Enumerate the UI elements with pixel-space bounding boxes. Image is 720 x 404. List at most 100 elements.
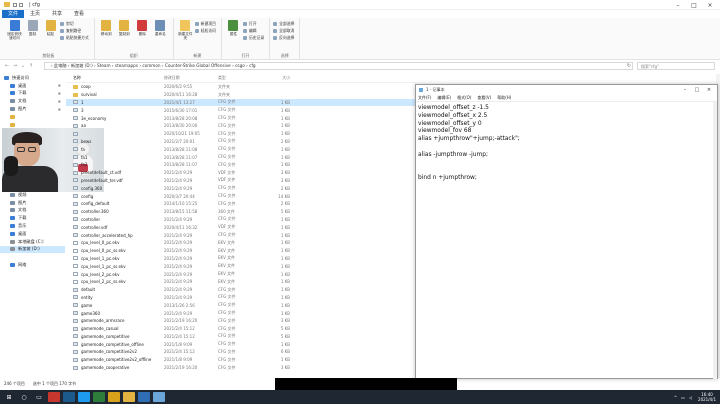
file-row[interactable]: gamemode_armsrace 2021/2/19 16:20 CFG 文件 3 … xyxy=(66,317,416,325)
ribbon-small-button[interactable]: 反向选择 xyxy=(273,34,294,41)
file-row[interactable]: cpu_level_2_pc_ss.ekv 2021/2/4 9:29 EKV 文件… xyxy=(66,278,416,286)
nav-item[interactable]: 视频 xyxy=(0,191,65,199)
file-row[interactable]: presetdefault_ct.vdf 2021/2/4 9:29 VDF 文件 3… xyxy=(66,169,416,177)
column-name[interactable]: 名称 xyxy=(66,75,164,81)
nav-item[interactable] xyxy=(0,253,65,261)
file-row[interactable]: cpu_level_0_pc_ss.ekv 2021/2/4 9:29 EKV 文件… xyxy=(66,247,416,255)
file-row[interactable]: gamemode_competitive 2021/2/4 15:12 CFG 文件… xyxy=(66,333,416,341)
notepad-menu-item[interactable]: 查看(V) xyxy=(477,95,491,101)
ribbon-small-button[interactable]: 全部选择 xyxy=(273,20,294,27)
file-row[interactable]: coop 2020/6/2 9:55 文件夹 xyxy=(66,83,416,91)
file-row[interactable]: controller.vdf 2020/4/11 16:32 VDF 文件 1 KB xyxy=(66,223,416,231)
nav-item[interactable]: 本地磁盘 (C:) xyxy=(0,238,65,246)
nav-item[interactable]: 新加坡 (D:) xyxy=(0,245,65,254)
tab-home[interactable]: 主页 xyxy=(24,10,46,18)
tab-share[interactable]: 共享 xyxy=(46,10,68,18)
nav-item[interactable]: 下载 ✱ xyxy=(0,90,65,98)
notepad-minimize-button[interactable]: – xyxy=(679,85,691,94)
file-row[interactable]: gamemode_competitive_offline 2021/1/8 9:0… xyxy=(66,340,416,348)
notepad-icon[interactable] xyxy=(153,392,165,402)
file-row[interactable]: fa1 2013/8/28 11:07 CFG 文件 1 KB xyxy=(66,153,416,161)
ribbon-small-button[interactable]: 全部取消 xyxy=(273,27,294,34)
taskview-icon[interactable]: ▭ xyxy=(33,392,45,402)
file-row[interactable]: aa 2013/8/30 20:00 CFG 文件 1 KB xyxy=(66,122,416,130)
nav-item[interactable]: 下载 xyxy=(0,214,65,222)
tab-file[interactable]: 文件 xyxy=(2,10,25,18)
ribbon-small-button[interactable]: 打开 xyxy=(242,20,264,27)
nav-item[interactable]: 图片 ✱ xyxy=(0,105,65,113)
file-row[interactable]: gamemode_casual 2021/2/4 15:12 CFG 文件 5 KB xyxy=(66,325,416,333)
chrome-icon[interactable] xyxy=(108,392,120,402)
nav-item[interactable]: 文档 xyxy=(0,207,65,215)
file-row[interactable]: survival 2020/4/11 16:28 文件夹 xyxy=(66,91,416,99)
steam-icon[interactable] xyxy=(63,392,75,402)
address-path-field[interactable]: › 此电脑 › 新加坡 (D:) › Steam › steamapps › c… xyxy=(44,62,633,70)
notepad-menu-item[interactable]: 编辑(E) xyxy=(437,95,451,101)
maximize-button[interactable]: □ xyxy=(686,0,702,10)
nav-item[interactable]: 音乐 xyxy=(0,222,65,230)
file-row[interactable]: presetdefault_ter.vdf 2021/2/4 9:29 VDF 文件… xyxy=(66,177,416,185)
nav-item[interactable]: 桌面 ✱ xyxy=(0,82,65,90)
file-row[interactable]: 3 2015/6/30 17:01 CFG 文件 1 KB xyxy=(66,106,416,114)
nav-item[interactable]: 网络 xyxy=(0,261,65,269)
notepad-menu-item[interactable]: 文件(F) xyxy=(418,95,431,101)
volume-icon[interactable]: ◁ xyxy=(689,395,692,400)
nav-item[interactable] xyxy=(0,113,65,121)
file-row[interactable]: gamemode_competitive2v2 2021/2/4 15:12 CFG… xyxy=(66,348,416,356)
file-row[interactable]: fa 2013/8/28 11:08 CFG 文件 1 KB xyxy=(66,145,416,153)
recent-dropdown-icon[interactable]: ⌄ xyxy=(19,63,27,69)
file-row[interactable]: gamemode_cooperative 2021/2/19 16:20 CFG 文… xyxy=(66,364,416,372)
ribbon-small-button[interactable]: 轻松访问 xyxy=(194,27,216,34)
file-row[interactable]: gamemode_competitive2v2_offline 2021/1/8 … xyxy=(66,356,416,364)
close-button[interactable]: × xyxy=(702,0,718,10)
ribbon-small-button[interactable]: 新建项目 xyxy=(194,20,216,27)
file-row[interactable]: entity 2021/2/4 9:29 CFG 文件 1 KB xyxy=(66,294,416,302)
file-row[interactable]: cpu_level_1_pc.ekv 2021/2/4 9:29 EKV 文件 1 K… xyxy=(66,255,416,263)
notepad-maximize-button[interactable]: □ xyxy=(691,85,703,94)
app-blue-icon[interactable] xyxy=(138,392,150,402)
notepad-close-button[interactable]: × xyxy=(703,85,715,94)
file-row[interactable]: 3e_economy 2013/8/28 20:08 CFG 文件 1 KB xyxy=(66,114,416,122)
up-arrow-icon[interactable]: ↑ xyxy=(27,63,35,69)
file-row[interactable]: config_default 2014/1/10 15:25 CFG 文件 2 KB xyxy=(66,200,416,208)
notepad-text-area[interactable]: viewmodel_offset_z -1.5 viewmodel_offset_… xyxy=(416,102,717,186)
tab-view[interactable]: 查看 xyxy=(68,10,90,18)
app-red-icon[interactable] xyxy=(48,392,60,402)
ribbon-small-button[interactable]: 编辑 xyxy=(242,27,264,34)
column-type[interactable]: 类型 xyxy=(218,75,268,81)
file-row[interactable]: controller_accelerated_hp 2021/2/4 9:29 CF… xyxy=(66,231,416,239)
file-row[interactable]: config 2020/3/7 20:44 CFG 文件 14 KB xyxy=(66,192,416,200)
nav-item[interactable]: 文档 ✱ xyxy=(0,97,65,105)
file-row[interactable]: cpu_level_2_pc.ekv 2021/2/4 9:29 EKV 文件 1 K… xyxy=(66,270,416,278)
search-icon[interactable]: ○ xyxy=(18,392,30,402)
network-icon[interactable]: ▭ xyxy=(681,395,685,400)
file-row[interactable]: default 2021/2/4 9:29 CFG 文件 1 KB xyxy=(66,286,416,294)
quick-access-toolbar-icon[interactable] xyxy=(13,2,17,7)
file-row[interactable]: config.360 2021/2/4 9:29 CFG 文件 2 KB xyxy=(66,184,416,192)
file-row[interactable]: 2020/10/21 19:05 CFG 文件 1 KB xyxy=(66,130,416,138)
ribbon-small-button[interactable]: 历史记录 xyxy=(242,34,264,41)
tray-chevron-icon[interactable]: ^ xyxy=(674,395,677,400)
back-arrow-icon[interactable]: ← xyxy=(3,63,11,69)
file-row[interactable]: game360 2021/2/4 9:29 CFG 文件 1 KB xyxy=(66,309,416,317)
ribbon-small-button[interactable]: 复制路径 xyxy=(60,27,89,34)
nav-item[interactable]: 图片 xyxy=(0,199,65,207)
quick-access-folder-icon[interactable] xyxy=(19,2,23,7)
search-input[interactable]: 搜索"cfg" xyxy=(637,62,715,70)
nav-item[interactable]: 快速访问 xyxy=(0,74,65,82)
clock[interactable]: 16:40 2021/4/1 xyxy=(698,392,716,402)
start-icon[interactable]: ⊞ xyxy=(3,392,15,402)
minimize-button[interactable]: – xyxy=(670,0,686,10)
file-row[interactable]: fa2 2013/8/28 11:07 CFG 文件 1 KB xyxy=(66,161,416,169)
file-row[interactable]: controller 2021/2/4 9:29 CFG 文件 1 KB xyxy=(66,216,416,224)
qq-icon[interactable] xyxy=(78,392,90,402)
column-size[interactable]: 大小 xyxy=(268,75,290,81)
file-row[interactable]: 1 2021/4/1 13:27 CFG 文件 1 KB xyxy=(66,98,416,107)
file-row[interactable]: cpu_level_1_pc_ss.ekv 2021/2/4 9:29 EKV 文件… xyxy=(66,262,416,270)
ribbon-small-button[interactable]: 粘贴快捷方式 xyxy=(60,34,89,41)
explorer-icon[interactable] xyxy=(123,392,135,402)
refresh-icon[interactable]: ↻ xyxy=(627,63,631,69)
nav-item[interactable]: 桌面 xyxy=(0,230,65,238)
file-row[interactable]: game 2013/1/26 2:56 CFG 文件 1 KB xyxy=(66,301,416,309)
notepad-menu-item[interactable]: 格式(O) xyxy=(457,95,471,101)
